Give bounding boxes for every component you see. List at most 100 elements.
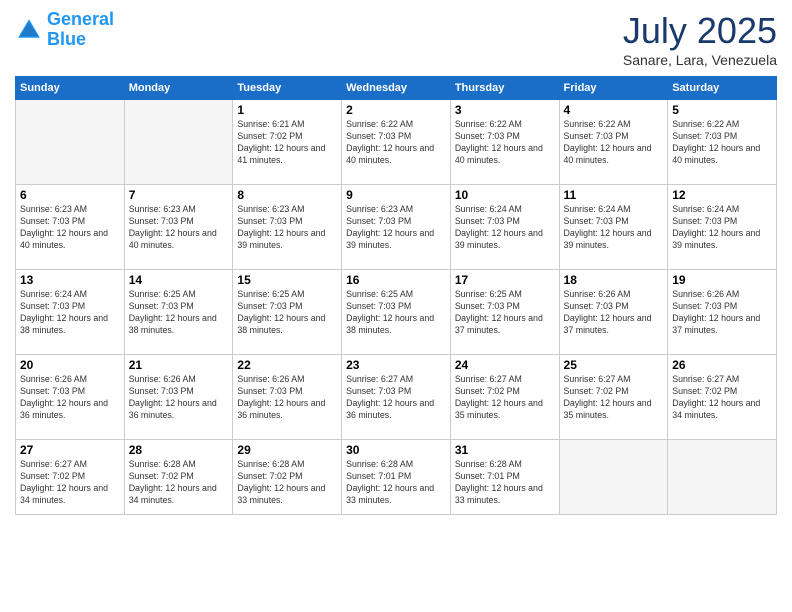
day-info: Sunrise: 6:22 AM Sunset: 7:03 PM Dayligh…: [346, 119, 446, 167]
day-number: 1: [237, 103, 337, 117]
day-number: 31: [455, 443, 555, 457]
table-row: 31Sunrise: 6:28 AM Sunset: 7:01 PM Dayli…: [450, 440, 559, 515]
day-number: 17: [455, 273, 555, 287]
day-info: Sunrise: 6:24 AM Sunset: 7:03 PM Dayligh…: [20, 289, 120, 337]
table-row: 16Sunrise: 6:25 AM Sunset: 7:03 PM Dayli…: [342, 270, 451, 355]
day-number: 28: [129, 443, 229, 457]
day-info: Sunrise: 6:22 AM Sunset: 7:03 PM Dayligh…: [455, 119, 555, 167]
day-info: Sunrise: 6:22 AM Sunset: 7:03 PM Dayligh…: [672, 119, 772, 167]
table-row: 23 Sunrise: 6:27 AM Sunset: 7:03 PM Dayli…: [342, 355, 451, 440]
day-number: 6: [20, 188, 120, 202]
day-info: Sunrise: 6:22 AM Sunset: 7:03 PM Dayligh…: [564, 119, 664, 167]
day-info: Sunrise: 6:27 AM Sunset: 7:02 PM Dayligh…: [20, 459, 120, 507]
header-thursday: Thursday: [450, 77, 559, 100]
table-row: 4 Sunrise: 6:22 AM Sunset: 7:03 PM Daylig…: [559, 100, 668, 185]
table-row: 5 Sunrise: 6:22 AM Sunset: 7:03 PM Daylig…: [668, 100, 777, 185]
day-info: Sunrise: 6:25 AM Sunset: 7:03 PM Dayligh…: [129, 289, 229, 337]
day-number: 9: [346, 188, 446, 202]
day-info: Sunrise: 6:24 AM Sunset: 7:03 PM Dayligh…: [672, 204, 772, 252]
day-info: Sunrise: 6:27 AM Sunset: 7:02 PM Dayligh…: [672, 374, 772, 422]
day-number: 19: [672, 273, 772, 287]
day-info: Sunrise: 6:25 AM Sunset: 7:03 PM Dayligh…: [455, 289, 555, 337]
table-row: 18Sunrise: 6:26 AM Sunset: 7:03 PM Dayli…: [559, 270, 668, 355]
table-row: 27 Sunrise: 6:27 AM Sunset: 7:02 PM Dayli…: [16, 440, 125, 515]
logo-text: General Blue: [47, 10, 114, 50]
table-row: 19 Sunrise: 6:26 AM Sunset: 7:03 PM Dayli…: [668, 270, 777, 355]
day-info: Sunrise: 6:26 AM Sunset: 7:03 PM Dayligh…: [129, 374, 229, 422]
title-area: July 2025 Sanare, Lara, Venezuela: [623, 10, 777, 68]
day-info: Sunrise: 6:21 AM Sunset: 7:02 PM Dayligh…: [237, 119, 337, 167]
day-info: Sunrise: 6:24 AM Sunset: 7:03 PM Dayligh…: [564, 204, 664, 252]
table-row: 11Sunrise: 6:24 AM Sunset: 7:03 PM Dayli…: [559, 185, 668, 270]
day-number: 26: [672, 358, 772, 372]
header-tuesday: Tuesday: [233, 77, 342, 100]
page: General Blue July 2025 Sanare, Lara, Ven…: [0, 0, 792, 612]
day-number: 20: [20, 358, 120, 372]
day-info: Sunrise: 6:28 AM Sunset: 7:02 PM Dayligh…: [129, 459, 229, 507]
day-number: 27: [20, 443, 120, 457]
month-title: July 2025: [623, 10, 777, 52]
day-number: 4: [564, 103, 664, 117]
day-info: Sunrise: 6:25 AM Sunset: 7:03 PM Dayligh…: [346, 289, 446, 337]
day-number: 8: [237, 188, 337, 202]
day-number: 10: [455, 188, 555, 202]
table-row: 3 Sunrise: 6:22 AM Sunset: 7:03 PM Daylig…: [450, 100, 559, 185]
day-number: 30: [346, 443, 446, 457]
day-info: Sunrise: 6:26 AM Sunset: 7:03 PM Dayligh…: [564, 289, 664, 337]
day-info: Sunrise: 6:26 AM Sunset: 7:03 PM Dayligh…: [20, 374, 120, 422]
table-row: 6 Sunrise: 6:23 AM Sunset: 7:03 PM Daylig…: [16, 185, 125, 270]
day-info: Sunrise: 6:28 AM Sunset: 7:01 PM Dayligh…: [346, 459, 446, 507]
calendar-header-row: Sunday Monday Tuesday Wednesday Thursday…: [16, 77, 777, 100]
day-info: Sunrise: 6:24 AM Sunset: 7:03 PM Dayligh…: [455, 204, 555, 252]
day-number: 7: [129, 188, 229, 202]
table-row: 10 Sunrise: 6:24 AM Sunset: 7:03 PM Dayli…: [450, 185, 559, 270]
table-row: 2 Sunrise: 6:22 AM Sunset: 7:03 PM Daylig…: [342, 100, 451, 185]
day-number: 23: [346, 358, 446, 372]
header-saturday: Saturday: [668, 77, 777, 100]
subtitle: Sanare, Lara, Venezuela: [623, 52, 777, 68]
day-info: Sunrise: 6:23 AM Sunset: 7:03 PM Dayligh…: [129, 204, 229, 252]
table-row: 13Sunrise: 6:24 AM Sunset: 7:03 PM Dayli…: [16, 270, 125, 355]
day-number: 22: [237, 358, 337, 372]
table-row: 12 Sunrise: 6:24 AM Sunset: 7:03 PM Dayli…: [668, 185, 777, 270]
day-info: Sunrise: 6:26 AM Sunset: 7:03 PM Dayligh…: [237, 374, 337, 422]
table-row: 29 Sunrise: 6:28 AM Sunset: 7:02 PM Dayli…: [233, 440, 342, 515]
table-row: 20 Sunrise: 6:26 AM Sunset: 7:03 PM Dayli…: [16, 355, 125, 440]
table-row: 7 Sunrise: 6:23 AM Sunset: 7:03 PM Daylig…: [124, 185, 233, 270]
table-row: 24Sunrise: 6:27 AM Sunset: 7:02 PM Dayli…: [450, 355, 559, 440]
table-row: 14Sunrise: 6:25 AM Sunset: 7:03 PM Dayli…: [124, 270, 233, 355]
day-number: 15: [237, 273, 337, 287]
day-info: Sunrise: 6:27 AM Sunset: 7:03 PM Dayligh…: [346, 374, 446, 422]
header-sunday: Sunday: [16, 77, 125, 100]
table-row: [124, 100, 233, 185]
day-info: Sunrise: 6:23 AM Sunset: 7:03 PM Dayligh…: [346, 204, 446, 252]
logo: General Blue: [15, 10, 114, 50]
logo-icon: [15, 16, 43, 44]
table-row: 21 Sunrise: 6:26 AM Sunset: 7:03 PM Dayli…: [124, 355, 233, 440]
day-number: 3: [455, 103, 555, 117]
table-row: 9 Sunrise: 6:23 AM Sunset: 7:03 PM Daylig…: [342, 185, 451, 270]
day-number: 25: [564, 358, 664, 372]
header-monday: Monday: [124, 77, 233, 100]
day-info: Sunrise: 6:25 AM Sunset: 7:03 PM Dayligh…: [237, 289, 337, 337]
day-info: Sunrise: 6:23 AM Sunset: 7:03 PM Dayligh…: [20, 204, 120, 252]
table-row: 17 Sunrise: 6:25 AM Sunset: 7:03 PM Dayli…: [450, 270, 559, 355]
table-row: 1 Sunrise: 6:21 AM Sunset: 7:02 PM Daylig…: [233, 100, 342, 185]
day-number: 21: [129, 358, 229, 372]
table-row: [16, 100, 125, 185]
day-number: 5: [672, 103, 772, 117]
table-row: 30 Sunrise: 6:28 AM Sunset: 7:01 PM Dayli…: [342, 440, 451, 515]
day-info: Sunrise: 6:23 AM Sunset: 7:03 PM Dayligh…: [237, 204, 337, 252]
table-row: 8 Sunrise: 6:23 AM Sunset: 7:03 PM Daylig…: [233, 185, 342, 270]
day-number: 29: [237, 443, 337, 457]
day-number: 2: [346, 103, 446, 117]
day-info: Sunrise: 6:28 AM Sunset: 7:02 PM Dayligh…: [237, 459, 337, 507]
day-info: Sunrise: 6:26 AM Sunset: 7:03 PM Dayligh…: [672, 289, 772, 337]
table-row: 26 Sunrise: 6:27 AM Sunset: 7:02 PM Dayli…: [668, 355, 777, 440]
calendar: Sunday Monday Tuesday Wednesday Thursday…: [15, 76, 777, 515]
table-row: 25Sunrise: 6:27 AM Sunset: 7:02 PM Dayli…: [559, 355, 668, 440]
day-number: 12: [672, 188, 772, 202]
day-info: Sunrise: 6:27 AM Sunset: 7:02 PM Dayligh…: [455, 374, 555, 422]
header-friday: Friday: [559, 77, 668, 100]
table-row: [559, 440, 668, 515]
